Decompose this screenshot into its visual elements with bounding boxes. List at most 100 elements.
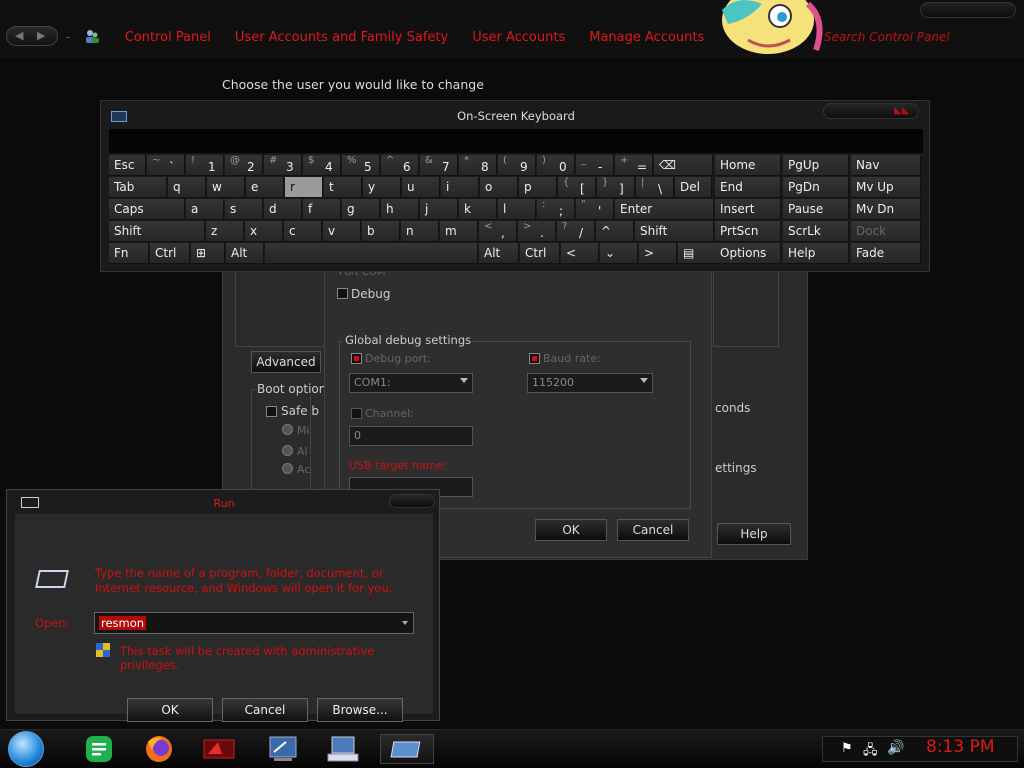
osk-key-4-1[interactable]: Ctrl <box>150 243 190 264</box>
crumb-user-accounts[interactable]: User Accounts <box>472 30 565 45</box>
osk-key-0-2[interactable]: ! 1 <box>186 155 224 176</box>
debug-ok-button[interactable]: OK <box>535 519 607 541</box>
taskbar-custom-app[interactable] <box>192 734 246 764</box>
network-icon[interactable]: 🖧 <box>863 741 878 763</box>
osk-key-3-11[interactable]: ^ <box>596 221 634 242</box>
osk-key-3-1[interactable]: z <box>206 221 244 242</box>
osk-key-0-14[interactable]: ⌫ <box>654 155 713 176</box>
baud-rate-checkbox[interactable] <box>529 353 540 364</box>
osk-key-3-7[interactable]: m <box>440 221 478 242</box>
osk-key-0-10[interactable]: (9 <box>498 155 536 176</box>
osk-nav-key-prtscn[interactable]: PrtScn <box>715 221 781 242</box>
osk-key-4-8[interactable]: ⌄ <box>600 243 638 264</box>
taskbar-control-panel[interactable] <box>256 734 310 764</box>
debug-cancel-button[interactable]: Cancel <box>617 519 689 541</box>
osk-key-4-9[interactable]: > <box>639 243 677 264</box>
debug-port-checkbox[interactable] <box>351 353 362 364</box>
taskbar-firefox[interactable] <box>132 734 186 764</box>
osk-key-0-7[interactable]: ^ 6 <box>381 155 419 176</box>
osk-key-4-3[interactable]: Alt <box>226 243 264 264</box>
osk-key-1-12[interactable]: }] <box>597 177 635 198</box>
back-arrow-icon[interactable]: ◀ <box>15 29 23 42</box>
osk-key-1-4[interactable]: r <box>285 177 323 198</box>
osk-key-2-1[interactable]: a <box>186 199 224 220</box>
taskbar-clock[interactable]: 8:13 PM <box>926 737 995 757</box>
run-ok-button[interactable]: OK <box>127 698 213 722</box>
osk-key-3-10[interactable]: ? / <box>557 221 595 242</box>
advanced-options-button[interactable]: Advanced <box>251 351 321 373</box>
osk-key-3-3[interactable]: c <box>284 221 322 242</box>
osk-key-2-7[interactable]: j <box>420 199 458 220</box>
osk-key-4-6[interactable]: Ctrl <box>520 243 560 264</box>
osk-key-4-7[interactable]: < <box>561 243 599 264</box>
taskbar-run-dialog[interactable] <box>380 734 434 764</box>
osk-key-1-9[interactable]: o <box>480 177 518 198</box>
osk-key-0-9[interactable]: * 8 <box>459 155 497 176</box>
boot-radio-active[interactable] <box>282 463 293 474</box>
debug-checkbox[interactable] <box>337 288 348 299</box>
osk-key-4-0[interactable]: Fn <box>109 243 149 264</box>
channel-spinner[interactable]: 0 <box>349 426 473 446</box>
osk-key-2-5[interactable]: g <box>342 199 380 220</box>
osk-key-1-7[interactable]: u <box>402 177 440 198</box>
osk-key-2-12[interactable]: Enter <box>615 199 714 220</box>
osk-key-3-5[interactable]: b <box>362 221 400 242</box>
osk-key-1-1[interactable]: q <box>168 177 206 198</box>
osk-key-1-14[interactable]: Del <box>675 177 712 198</box>
osk-key-3-12[interactable]: Shift <box>635 221 714 242</box>
osk-key-3-2[interactable]: x <box>245 221 283 242</box>
channel-checkbox[interactable] <box>351 408 362 419</box>
osk-key-0-5[interactable]: $4 <box>303 155 341 176</box>
osk-key-4-4[interactable] <box>265 243 478 264</box>
osk-key-0-4[interactable]: #3 <box>264 155 302 176</box>
osk-key-3-6[interactable]: n <box>401 221 439 242</box>
osk-key-3-0[interactable]: Shift <box>109 221 205 242</box>
osk-key-0-6[interactable]: % 5 <box>342 155 380 176</box>
osk-key-3-8[interactable]: <, <box>479 221 517 242</box>
osk-nav-key-insert[interactable]: Insert <box>715 199 781 220</box>
osk-key-2-2[interactable]: s <box>225 199 263 220</box>
osk-key-1-3[interactable]: e <box>246 177 284 198</box>
osk-nav-key-fade[interactable]: Fade <box>851 243 921 264</box>
osk-key-1-10[interactable]: p <box>519 177 557 198</box>
osk-key-3-9[interactable]: >. <box>518 221 556 242</box>
osk-nav-key-home[interactable]: Home <box>715 155 781 176</box>
osk-nav-key-pause[interactable]: Pause <box>783 199 849 220</box>
osk-key-1-2[interactable]: w <box>207 177 245 198</box>
osk-key-1-5[interactable]: t <box>324 177 362 198</box>
osk-key-0-12[interactable]: _ - <box>576 155 614 176</box>
osk-key-1-6[interactable]: y <box>363 177 401 198</box>
run-close-button[interactable] <box>389 494 435 508</box>
osk-key-0-3[interactable]: @2 <box>225 155 263 176</box>
osk-key-2-4[interactable]: f <box>303 199 341 220</box>
back-forward-buttons[interactable]: ◀ ▶ <box>6 26 58 46</box>
osk-key-2-3[interactable]: d <box>264 199 302 220</box>
osk-key-2-0[interactable]: Caps <box>109 199 185 220</box>
osk-key-1-11[interactable]: {[ <box>558 177 596 198</box>
osk-nav-key-help[interactable]: Help <box>783 243 849 264</box>
taskbar-notes-app[interactable] <box>72 734 126 764</box>
debug-port-select[interactable]: COM1: <box>349 373 473 393</box>
open-input[interactable]: resmon <box>94 612 414 634</box>
osk-key-4-5[interactable]: Alt <box>479 243 519 264</box>
osk-key-1-13[interactable]: | \ <box>636 177 674 198</box>
osk-nav-key-scrlk[interactable]: ScrLk <box>783 221 849 242</box>
osk-key-0-1[interactable]: ~ ` <box>147 155 185 176</box>
osk-nav-key-nav[interactable]: Nav <box>851 155 921 176</box>
run-cancel-button[interactable]: Cancel <box>222 698 308 722</box>
osk-key-2-8[interactable]: k <box>459 199 497 220</box>
osk-key-0-8[interactable]: & 7 <box>420 155 458 176</box>
baud-rate-select[interactable]: 115200 <box>527 373 653 393</box>
osk-nav-key-end[interactable]: End <box>715 177 781 198</box>
search-control-panel-input[interactable]: Search Control Panel <box>824 30 950 44</box>
osk-nav-key-options[interactable]: Options <box>715 243 781 264</box>
osk-key-2-11[interactable]: " ' <box>576 199 614 220</box>
start-button[interactable] <box>8 731 44 767</box>
osk-nav-key-pgdn[interactable]: PgDn <box>783 177 849 198</box>
osk-key-3-4[interactable]: v <box>323 221 361 242</box>
osk-nav-key-mv-up[interactable]: Mv Up <box>851 177 921 198</box>
osk-key-0-13[interactable]: + = <box>615 155 653 176</box>
osk-nav-key-pgup[interactable]: PgUp <box>783 155 849 176</box>
osk-key-0-11[interactable]: ) 0 <box>537 155 575 176</box>
chevron-down-icon[interactable] <box>402 621 408 625</box>
